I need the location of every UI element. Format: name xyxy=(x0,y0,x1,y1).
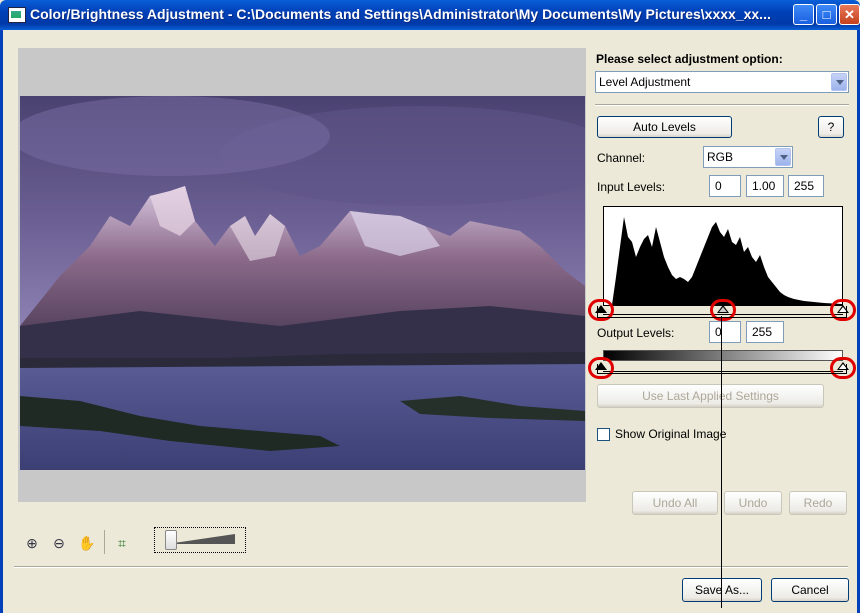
undo-all-button[interactable]: Undo All xyxy=(632,491,718,515)
input-black-field[interactable]: 0 xyxy=(709,175,741,197)
toolbar-separator xyxy=(104,530,105,554)
preview-image[interactable] xyxy=(20,96,585,470)
use-last-settings-button[interactable]: Use Last Applied Settings xyxy=(597,384,824,408)
output-white-field[interactable]: 255 xyxy=(746,321,784,343)
zoom-out-icon[interactable]: ⊖ xyxy=(49,533,69,553)
auto-levels-button[interactable]: Auto Levels xyxy=(597,116,732,138)
minimize-button[interactable]: _ xyxy=(793,4,814,25)
maximize-button[interactable]: □ xyxy=(816,4,837,25)
show-original-label: Show Original Image xyxy=(615,427,727,441)
window-title: Color/Brightness Adjustment - C:\Documen… xyxy=(30,6,771,22)
help-button[interactable]: ? xyxy=(818,116,844,138)
zoom-in-icon[interactable]: ⊕ xyxy=(22,533,42,553)
adjustment-select[interactable]: Level Adjustment xyxy=(595,71,849,93)
zoom-slider[interactable] xyxy=(154,527,246,553)
redo-button[interactable]: Redo xyxy=(789,491,847,515)
channel-select[interactable]: RGB xyxy=(703,146,793,168)
input-white-field[interactable]: 255 xyxy=(788,175,824,197)
output-levels-label: Output Levels: xyxy=(597,326,675,340)
zoom-slider-track xyxy=(167,534,235,544)
channel-label: Channel: xyxy=(597,151,646,165)
dropdown-arrow-icon[interactable] xyxy=(775,148,791,166)
fit-window-icon[interactable]: ⌗ xyxy=(112,533,132,553)
hand-icon[interactable]: ✋ xyxy=(77,533,97,553)
callout-line xyxy=(721,316,722,608)
cancel-button[interactable]: Cancel xyxy=(771,578,849,602)
histogram xyxy=(603,206,843,306)
undo-button[interactable]: Undo xyxy=(724,491,782,515)
input-bracket xyxy=(597,306,847,318)
close-button[interactable]: ✕ xyxy=(839,4,860,25)
adjustment-prompt: Please select adjustment option: xyxy=(596,52,783,66)
title-bar: Color/Brightness Adjustment - C:\Documen… xyxy=(0,0,860,30)
show-original-checkbox[interactable] xyxy=(597,428,610,441)
output-black-field[interactable]: 0 xyxy=(709,321,741,343)
channel-select-value: RGB xyxy=(707,150,734,164)
panel-divider xyxy=(595,104,849,106)
input-levels-label: Input Levels: xyxy=(597,180,666,194)
zoom-slider-thumb[interactable] xyxy=(165,530,177,550)
footer-separator xyxy=(14,566,848,568)
app-icon xyxy=(8,7,26,23)
output-gradient-bar xyxy=(603,350,843,361)
dropdown-arrow-icon[interactable] xyxy=(831,73,847,91)
adjustment-select-value: Level Adjustment xyxy=(599,75,691,89)
input-gamma-field[interactable]: 1.00 xyxy=(746,175,784,197)
save-as-button[interactable]: Save As... xyxy=(682,578,762,602)
histogram-plot xyxy=(604,217,842,305)
output-bracket xyxy=(597,364,847,374)
